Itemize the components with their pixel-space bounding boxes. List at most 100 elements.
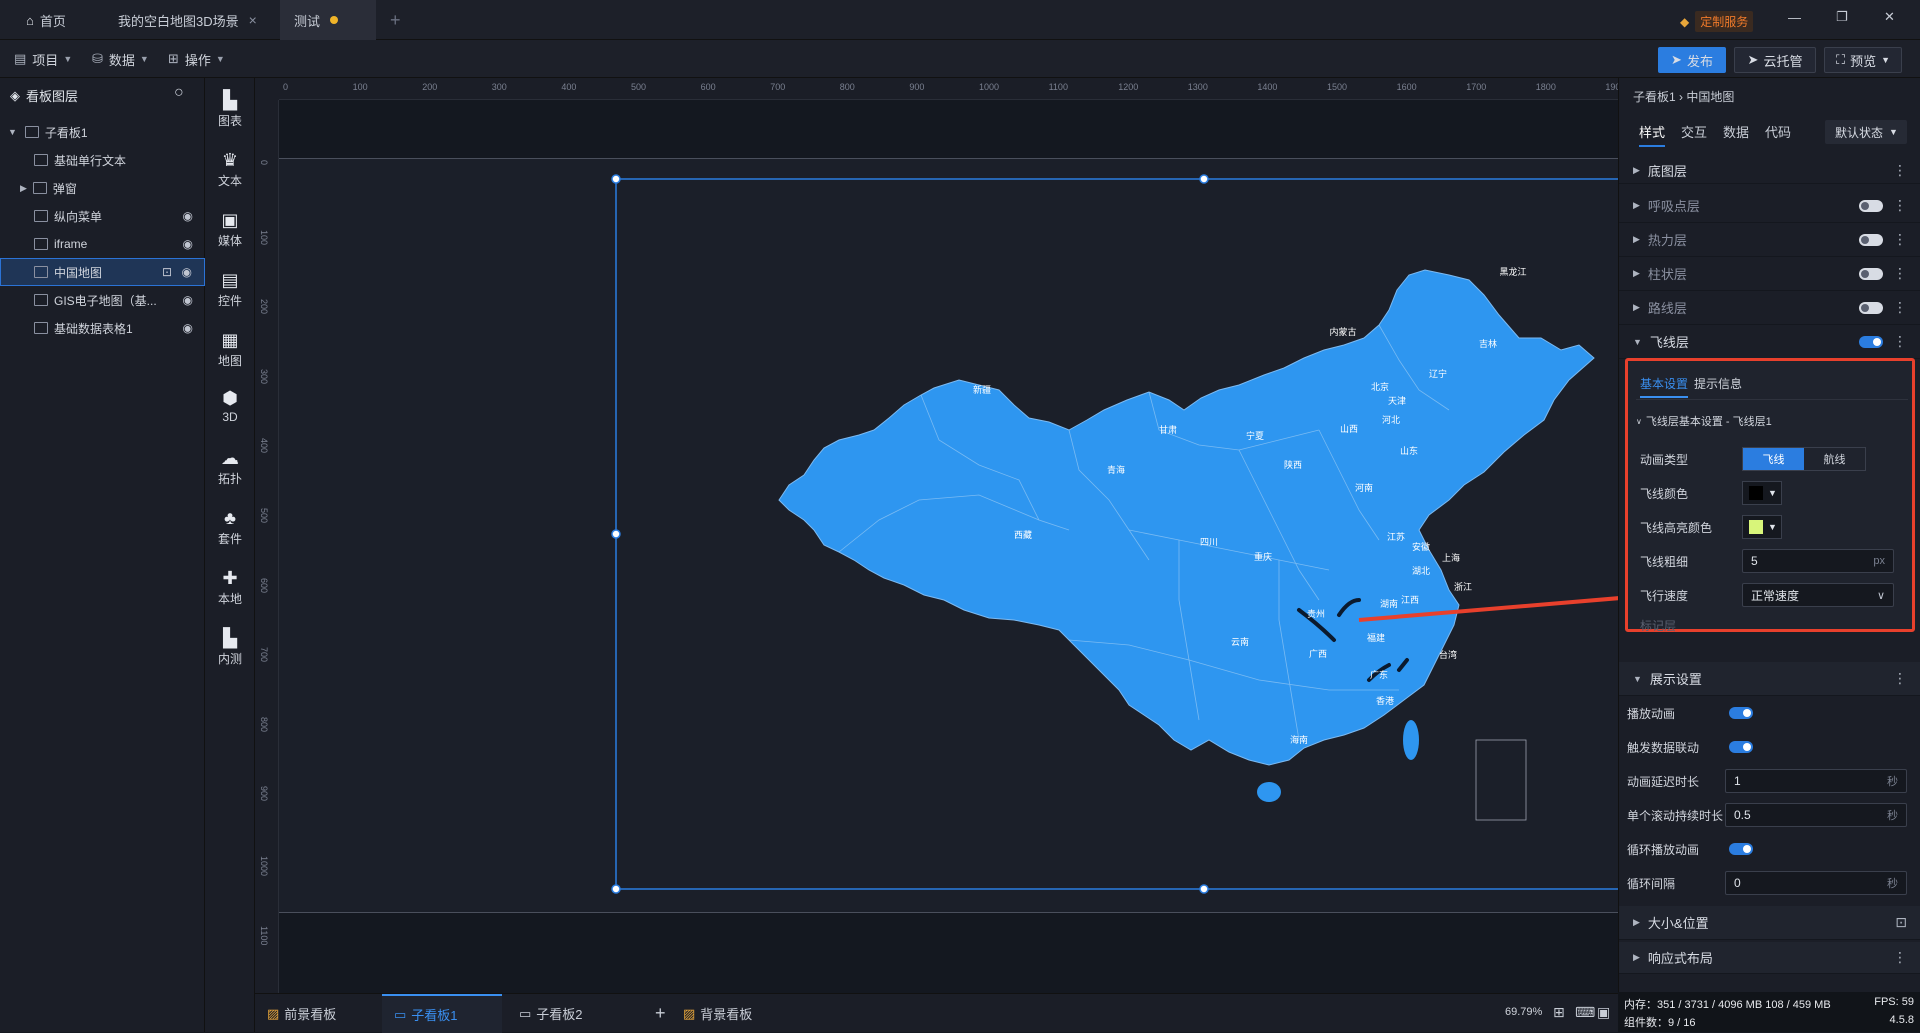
- close-tab-icon[interactable]: ×: [249, 12, 257, 28]
- menu-data[interactable]: ⛁ 数据 ▼: [92, 40, 149, 78]
- text-button[interactable]: ♛ 文本: [205, 150, 255, 189]
- trigger-link-toggle[interactable]: [1729, 741, 1753, 753]
- custom-service-button[interactable]: ◆ 定制服务: [1680, 11, 1754, 32]
- anim-delay-input[interactable]: 1 秒: [1725, 769, 1907, 793]
- layer-item[interactable]: 基础单行文本: [0, 146, 205, 174]
- more-icon[interactable]: ⋮: [1893, 333, 1907, 350]
- more-icon[interactable]: ⋮: [1893, 231, 1907, 248]
- tab-foreground-board[interactable]: ▨ 前景看板: [255, 994, 348, 1033]
- loop-interval-input[interactable]: 0 秒: [1725, 871, 1907, 895]
- hainan-shape[interactable]: [1257, 782, 1281, 802]
- section-base-layer[interactable]: ▶ 底图层 ⋮: [1619, 158, 1920, 184]
- layer-item[interactable]: ▶ 弹窗: [0, 174, 205, 202]
- subtab-tooltip[interactable]: 提示信息: [1694, 375, 1742, 392]
- eye-icon[interactable]: ◉: [183, 237, 193, 251]
- search-icon[interactable]: ○: [174, 84, 184, 102]
- column-layer-toggle[interactable]: [1859, 267, 1883, 280]
- tab-3d-scene[interactable]: 我的空白地图3D场景 ×: [104, 0, 271, 40]
- scroll-duration-input[interactable]: 0.5 秒: [1725, 803, 1907, 827]
- eye-icon[interactable]: ◉: [183, 321, 193, 335]
- subtab-basic[interactable]: 基本设置: [1640, 375, 1689, 398]
- section-breath-layer[interactable]: ▶ 呼吸点层 ⋮: [1619, 189, 1920, 223]
- thickness-input[interactable]: 5 px: [1742, 549, 1894, 573]
- breath-layer-toggle[interactable]: [1859, 199, 1883, 212]
- tab-style[interactable]: 样式: [1639, 122, 1666, 147]
- tab-sub-board-2[interactable]: ▭ 子看板2: [507, 994, 595, 1033]
- preview-button[interactable]: ⛶ 预览 ▼: [1824, 47, 1902, 73]
- tab-data[interactable]: 数据: [1723, 122, 1749, 147]
- menu-project[interactable]: ▤ 项目 ▼: [14, 40, 72, 78]
- layer-item[interactable]: GIS电子地图（基... ◉: [0, 286, 205, 314]
- more-icon[interactable]: ⋮: [1893, 265, 1907, 282]
- tab-code[interactable]: 代码: [1765, 122, 1791, 147]
- keyboard-icon[interactable]: ⌨: [1575, 1004, 1595, 1021]
- play-anim-toggle[interactable]: [1729, 707, 1753, 719]
- china-map-shape[interactable]: [778, 269, 1595, 766]
- menu-operate[interactable]: ⊞ 操作 ▼: [168, 40, 225, 78]
- anim-type-toggle[interactable]: 飞线 航线: [1742, 447, 1866, 471]
- eye-icon[interactable]: ◉: [183, 293, 193, 307]
- section-heat-layer[interactable]: ▶ 热力层 ⋮: [1619, 223, 1920, 257]
- terminal-icon[interactable]: ▣: [1597, 1004, 1610, 1021]
- layer-item-selected[interactable]: 中国地图 ⊡ ◉: [0, 258, 205, 286]
- topology-button[interactable]: ☁ 拓扑: [205, 448, 255, 487]
- section-responsive[interactable]: ▶ 响应式布局 ⋮: [1619, 942, 1920, 974]
- kit-button[interactable]: ♣ 套件: [205, 508, 255, 547]
- publish-button[interactable]: ➤ 发布: [1658, 47, 1726, 73]
- new-tab-button[interactable]: +: [376, 0, 415, 40]
- local-button[interactable]: ✚ 本地: [205, 568, 255, 607]
- more-icon[interactable]: ⋮: [1893, 949, 1907, 966]
- breadcrumb: 子看板1 › 中国地图: [1633, 90, 1735, 104]
- fit-screen-icon[interactable]: ⊞: [1553, 1004, 1565, 1021]
- province-label: 湖南: [1380, 598, 1398, 609]
- media-button[interactable]: ▣ 媒体: [205, 210, 255, 249]
- section-column-layer[interactable]: ▶ 柱状层 ⋮: [1619, 257, 1920, 291]
- tab-sub-board-1[interactable]: ▭ 子看板1: [382, 994, 502, 1033]
- more-icon[interactable]: ⋮: [1893, 670, 1907, 687]
- section-route-layer[interactable]: ▶ 路线层 ⋮: [1619, 291, 1920, 325]
- tab-interaction[interactable]: 交互: [1681, 122, 1707, 147]
- tab-background-board[interactable]: ▨ 背景看板: [671, 994, 764, 1033]
- section-fly-layer[interactable]: ▼ 飞线层 ⋮: [1619, 325, 1920, 359]
- anim-type-route[interactable]: 航线: [1804, 448, 1865, 470]
- section-display-settings[interactable]: ▼ 展示设置 ⋮: [1619, 662, 1920, 696]
- layer-item[interactable]: iframe ◉: [0, 230, 205, 258]
- loop-anim-toggle[interactable]: [1729, 843, 1753, 855]
- fly-layer-toggle[interactable]: [1859, 335, 1883, 348]
- line-color-picker[interactable]: ▼: [1742, 481, 1782, 505]
- eye-icon[interactable]: ◉: [182, 265, 192, 279]
- group-header[interactable]: ∨ 飞线层基本设置 - 飞线层1: [1636, 413, 1772, 429]
- beta-button[interactable]: ▙ 内测: [205, 628, 255, 667]
- anim-type-fly[interactable]: 飞线: [1743, 448, 1804, 470]
- icon-label: 地图: [217, 354, 242, 368]
- highlight-color-picker[interactable]: ▼: [1742, 515, 1782, 539]
- tab-home[interactable]: ⌂ 首页: [12, 0, 80, 40]
- minimize-icon[interactable]: —: [1788, 10, 1801, 25]
- taiwan-shape[interactable]: [1403, 720, 1419, 760]
- close-window-icon[interactable]: ✕: [1884, 9, 1895, 25]
- eye-icon[interactable]: ◉: [183, 209, 193, 223]
- restore-icon[interactable]: ❐: [1836, 9, 1848, 25]
- layer-group-root[interactable]: ▼ 子看板1: [0, 118, 205, 146]
- layer-item[interactable]: 基础数据表格1 ◉: [0, 314, 205, 342]
- control-button[interactable]: ▤ 控件: [205, 270, 255, 309]
- heat-layer-toggle[interactable]: [1859, 233, 1883, 246]
- unlock-icon[interactable]: ⊡: [162, 265, 172, 279]
- more-icon[interactable]: ⋮: [1893, 197, 1907, 214]
- tab-test[interactable]: 测试: [280, 0, 376, 40]
- more-icon[interactable]: ⋮: [1893, 162, 1907, 179]
- section-size-position[interactable]: ▶ 大小&位置 ⊡: [1619, 906, 1920, 940]
- speed-select[interactable]: 正常速度 ∨: [1742, 583, 1894, 607]
- canvas-area[interactable]: 0 100 200 300 400 500 600 700 800 900 1000 1100 1200…: [255, 78, 1625, 993]
- zoom-level[interactable]: 69.79%: [1505, 1006, 1542, 1018]
- cloud-hosting-button[interactable]: ➤ 云托管: [1734, 47, 1816, 73]
- layer-item[interactable]: 纵向菜单 ◉: [0, 202, 205, 230]
- grid-icon: ⊞: [168, 51, 179, 66]
- lock-icon[interactable]: ⊡: [1895, 914, 1907, 931]
- more-icon[interactable]: ⋮: [1893, 299, 1907, 316]
- map-button[interactable]: ▦ 地图: [205, 330, 255, 369]
- route-layer-toggle[interactable]: [1859, 301, 1883, 314]
- 3d-button[interactable]: ⬢ 3D: [205, 388, 255, 424]
- state-select[interactable]: 默认状态 ▼: [1825, 120, 1907, 144]
- chart-button[interactable]: ▙ 图表: [205, 90, 255, 129]
